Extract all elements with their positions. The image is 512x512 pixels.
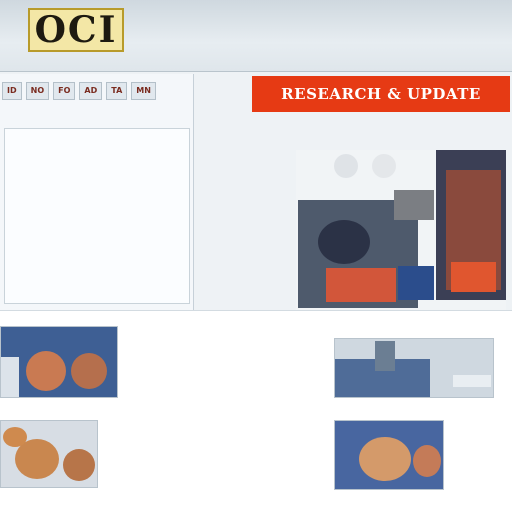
thumbnail-graphic [1, 327, 117, 397]
hero-collage-graphic [296, 150, 506, 310]
news-list-panel [4, 128, 190, 304]
thumbnail-graphic [1, 421, 97, 487]
nav-tab[interactable]: ID [2, 82, 22, 100]
site-logo[interactable]: OCI [28, 8, 124, 52]
thumbnail-image[interactable] [0, 420, 98, 488]
nav-tab-bar: ID NO FO AD TA MN [0, 82, 190, 104]
nav-tab[interactable]: FO [53, 82, 76, 100]
logo-text: OCI [34, 9, 118, 51]
thumbnail-graphic [335, 339, 493, 397]
banner-text: RESEARCH & UPDATE [252, 76, 510, 112]
nav-tab[interactable]: MN [131, 82, 156, 100]
nav-tab[interactable]: NO [25, 82, 50, 100]
hero-image[interactable] [296, 150, 506, 310]
thumbnail-graphic [335, 421, 443, 489]
thumbnail-image[interactable] [334, 420, 444, 490]
thumbnail-image[interactable] [0, 326, 118, 398]
nav-tab[interactable]: TA [106, 82, 128, 100]
thumbnail-image[interactable] [334, 338, 494, 398]
nav-tab[interactable]: AD [79, 82, 103, 100]
promo-banner[interactable]: RESEARCH & UPDATE [252, 76, 510, 112]
